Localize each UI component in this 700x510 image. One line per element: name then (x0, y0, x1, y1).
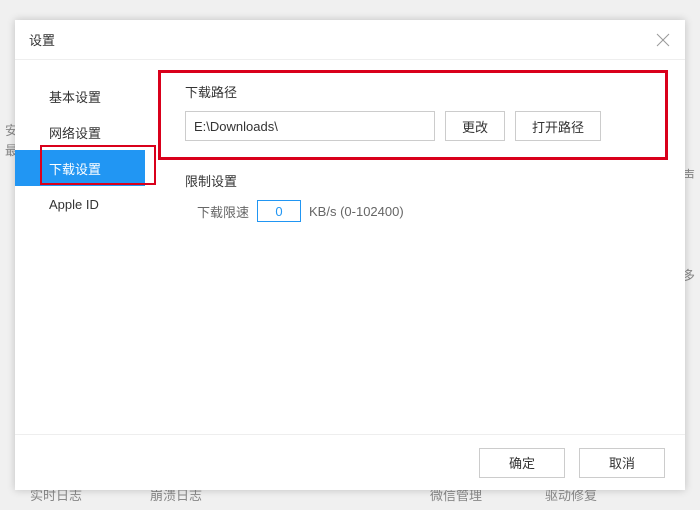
close-icon[interactable] (655, 32, 671, 48)
speed-input[interactable] (257, 200, 301, 222)
sidebar-item-label: 基本设置 (49, 87, 101, 106)
sidebar-item-label: Apple ID (49, 197, 99, 212)
sidebar-item-label: 下载设置 (49, 159, 101, 178)
speed-label: 下载限速 (197, 202, 249, 221)
sidebar-item-appleid[interactable]: Apple ID (15, 186, 145, 222)
download-path-title: 下载路径 (185, 82, 655, 101)
sidebar: 基本设置 网络设置 下载设置 Apple ID (15, 60, 145, 434)
speed-unit-hint: KB/s (0-102400) (309, 204, 404, 219)
settings-dialog: 设置 基本设置 网络设置 下载设置 Apple ID 下载路径 (15, 20, 685, 490)
limit-section: 限制设置 下载限速 KB/s (0-102400) (185, 171, 655, 222)
download-path-row: 更改 打开路径 (185, 111, 655, 141)
sidebar-item-basic[interactable]: 基本设置 (15, 78, 145, 114)
dialog-header: 设置 (15, 20, 685, 60)
download-path-input[interactable] (185, 111, 435, 141)
ok-button[interactable]: 确定 (479, 448, 565, 478)
sidebar-item-network[interactable]: 网络设置 (15, 114, 145, 150)
dialog-body: 基本设置 网络设置 下载设置 Apple ID 下载路径 更改 打开路径 (15, 60, 685, 434)
limit-row: 下载限速 KB/s (0-102400) (185, 200, 655, 222)
cancel-button[interactable]: 取消 (579, 448, 665, 478)
dialog-title: 设置 (29, 30, 55, 49)
sidebar-item-download[interactable]: 下载设置 (15, 150, 145, 186)
limit-title: 限制设置 (185, 171, 655, 190)
dialog-footer: 确定 取消 (15, 434, 685, 490)
download-path-section: 下载路径 更改 打开路径 (185, 82, 655, 141)
content-pane: 下载路径 更改 打开路径 限制设置 下载限速 KB/s (0-102400) (145, 60, 685, 434)
sidebar-item-label: 网络设置 (49, 123, 101, 142)
open-path-button[interactable]: 打开路径 (515, 111, 601, 141)
change-path-button[interactable]: 更改 (445, 111, 505, 141)
